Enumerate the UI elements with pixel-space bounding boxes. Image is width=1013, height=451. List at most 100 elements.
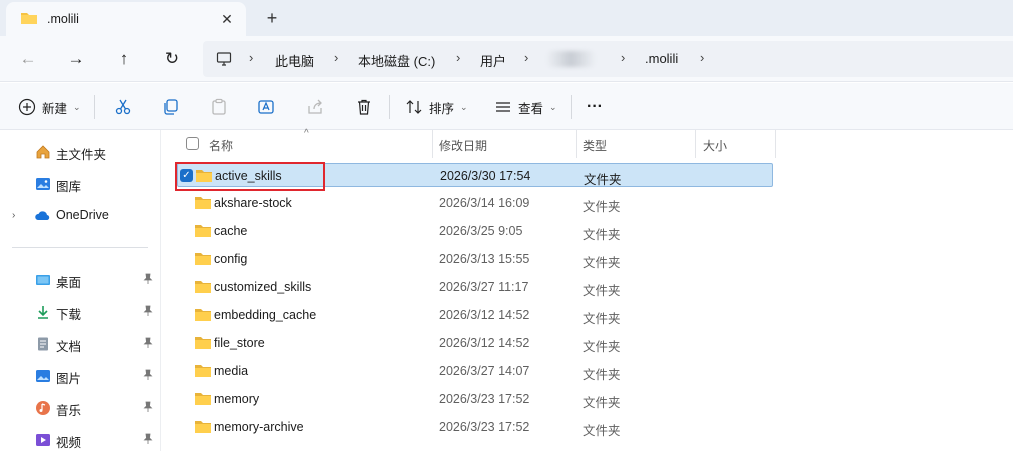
file-name: active_skills: [215, 169, 282, 183]
sidebar-item-desktop[interactable]: 桌面: [0, 266, 160, 294]
select-all-checkbox[interactable]: [186, 137, 199, 150]
table-row[interactable]: config 2026/3/13 15:55 文件夹: [177, 247, 773, 271]
table-row[interactable]: memory 2026/3/23 17:52 文件夹: [177, 387, 773, 411]
table-row[interactable]: embedding_cache 2026/3/12 14:52 文件夹: [177, 303, 773, 327]
file-modified-date: 2026/3/30 17:54: [440, 169, 531, 183]
paste-button[interactable]: [210, 95, 228, 119]
file-modified-date: 2026/3/12 14:52: [439, 308, 530, 322]
pin-icon[interactable]: [142, 369, 154, 381]
column-header-size[interactable]: 大小: [703, 137, 727, 154]
column-header-modified[interactable]: 修改日期: [439, 137, 487, 154]
sidebar-item-label: 视频: [56, 436, 82, 450]
pin-icon[interactable]: [142, 305, 154, 317]
onedrive-icon: [35, 211, 50, 220]
breadcrumb-separator: ›: [700, 50, 705, 65]
close-tab-icon[interactable]: ✕: [218, 10, 236, 28]
breadcrumb-separator: ›: [456, 50, 461, 65]
chevron-down-icon: ⌄: [73, 101, 81, 112]
view-button[interactable]: 查看 ⌄: [494, 95, 557, 119]
breadcrumb-separator: ›: [334, 50, 339, 65]
folder-icon: [194, 335, 212, 353]
folder-icon: [20, 11, 38, 28]
new-button[interactable]: 新建 ⌄: [18, 95, 81, 119]
column-divider[interactable]: [432, 130, 433, 158]
music-icon: [36, 401, 50, 415]
file-name: cache: [214, 224, 248, 238]
sidebar-item-label: 主文件夹: [56, 148, 107, 162]
folder-icon: [194, 419, 212, 437]
back-button[interactable]: ←: [14, 46, 42, 72]
sidebar-item-documents[interactable]: 文档: [0, 330, 160, 358]
column-divider[interactable]: [695, 130, 696, 158]
file-type: 文件夹: [584, 173, 622, 187]
copy-button[interactable]: [162, 95, 180, 119]
file-name: config: [214, 252, 248, 266]
share-button[interactable]: [306, 95, 324, 119]
file-name: media: [214, 364, 249, 378]
breadcrumb-users[interactable]: 用户: [480, 51, 506, 70]
breadcrumb-this-pc[interactable]: 此电脑: [275, 51, 314, 70]
file-modified-date: 2026/3/23 17:52: [439, 420, 530, 434]
table-row[interactable]: akshare-stock 2026/3/14 16:09 文件夹: [177, 191, 773, 215]
column-header-row: ^ 名称 修改日期 类型 大小: [161, 128, 1013, 158]
file-name: embedding_cache: [214, 308, 317, 322]
table-row[interactable]: media 2026/3/27 14:07 文件夹: [177, 359, 773, 383]
sidebar-item-home[interactable]: 主文件夹: [0, 138, 160, 166]
sidebar-item-gallery[interactable]: 图库: [0, 170, 160, 198]
new-tab-button[interactable]: +: [262, 8, 282, 28]
refresh-button[interactable]: ↻: [158, 46, 186, 72]
delete-button[interactable]: [355, 95, 373, 119]
column-header-type[interactable]: 类型: [583, 137, 607, 154]
file-list: ^ 名称 修改日期 类型 大小 ✓ active_skills 2026/3/30 …: [161, 128, 1013, 451]
up-button[interactable]: ↑: [110, 46, 138, 72]
sidebar-item-downloads[interactable]: 下载: [0, 298, 160, 326]
table-row[interactable]: memory-archive 2026/3/23 17:52 文件夹: [177, 415, 773, 439]
address-bar[interactable]: › 此电脑 › 本地磁盘 (C:) › 用户 › › .molili ›: [203, 41, 1013, 77]
row-checkbox[interactable]: ✓: [180, 169, 193, 182]
file-type: 文件夹: [583, 200, 621, 214]
sidebar-item-videos[interactable]: 视频: [0, 426, 160, 451]
table-row[interactable]: ✓ active_skills 2026/3/30 17:54 文件夹: [177, 163, 773, 187]
forward-button[interactable]: →: [62, 46, 90, 72]
table-row[interactable]: file_store 2026/3/12 14:52 文件夹: [177, 331, 773, 355]
column-divider[interactable]: [775, 130, 776, 158]
breadcrumb-local-disk[interactable]: 本地磁盘 (C:): [358, 51, 435, 70]
expand-icon[interactable]: ›: [12, 210, 15, 221]
sort-button[interactable]: 排序 ⌄: [405, 95, 468, 119]
pin-icon[interactable]: [142, 433, 154, 445]
file-type: 文件夹: [583, 312, 621, 326]
navigation-bar: ← → ↑ ↻ › 此电脑 › 本地磁盘 (C:) › 用户 › › .moli…: [0, 36, 1013, 82]
pin-icon[interactable]: [142, 337, 154, 349]
cut-button[interactable]: [114, 95, 132, 119]
file-type: 文件夹: [583, 424, 621, 438]
sidebar-item-music[interactable]: 音乐: [0, 394, 160, 422]
breadcrumb-separator: ›: [621, 50, 626, 65]
file-modified-date: 2026/3/27 11:17: [439, 280, 529, 294]
chevron-down-icon: ⌄: [460, 101, 468, 112]
sidebar-item-pictures[interactable]: 图片: [0, 362, 160, 390]
add-icon: [18, 98, 36, 116]
folder-icon: [194, 251, 212, 269]
tab-molili[interactable]: .molili ✕: [6, 2, 246, 36]
breadcrumb-separator: ›: [524, 50, 529, 65]
sidebar-item-label: 图库: [56, 180, 82, 194]
breadcrumb-molili[interactable]: .molili: [645, 51, 678, 66]
file-modified-date: 2026/3/13 15:55: [439, 252, 530, 266]
file-type: 文件夹: [583, 256, 621, 270]
column-header-name[interactable]: 名称: [209, 137, 233, 154]
rename-button[interactable]: [257, 95, 275, 119]
more-options-button[interactable]: ···: [587, 95, 603, 119]
sidebar-item-onedrive[interactable]: › OneDrive: [0, 202, 160, 230]
pin-icon[interactable]: [142, 273, 154, 285]
column-divider[interactable]: [576, 130, 577, 158]
document-icon: [38, 337, 48, 351]
folder-icon: [195, 168, 213, 186]
table-row[interactable]: customized_skills 2026/3/27 11:17 文件夹: [177, 275, 773, 299]
file-modified-date: 2026/3/12 14:52: [439, 336, 530, 350]
sidebar-item-label: OneDrive: [56, 208, 109, 222]
pin-icon[interactable]: [142, 401, 154, 413]
table-row[interactable]: cache 2026/3/25 9:05 文件夹: [177, 219, 773, 243]
view-label: 查看: [518, 101, 544, 116]
divider: [94, 95, 95, 119]
sidebar-divider: [12, 247, 148, 248]
